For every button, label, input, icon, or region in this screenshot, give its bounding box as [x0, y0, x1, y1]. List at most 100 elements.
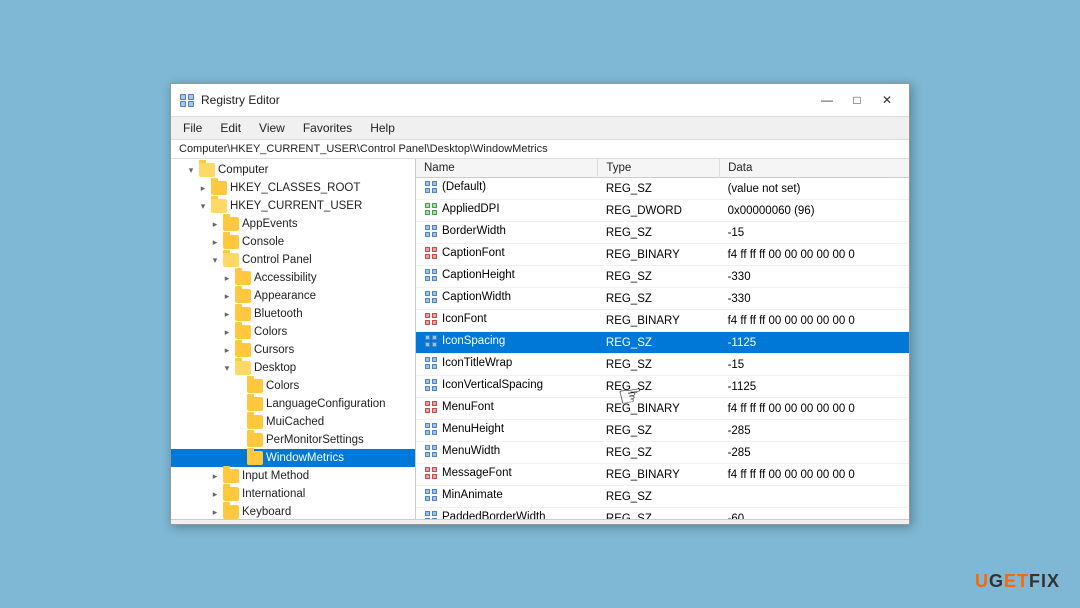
tree-item[interactable]: ▸Bluetooth: [171, 305, 415, 323]
tree-item[interactable]: ▸Colors: [171, 323, 415, 341]
tree-item-label: Console: [242, 236, 284, 248]
tree-item[interactable]: PerMonitorSettings: [171, 431, 415, 449]
expand-icon: [231, 414, 247, 430]
expand-icon: ▸: [207, 486, 223, 502]
tree-item[interactable]: ▸Keyboard: [171, 503, 415, 519]
table-row[interactable]: (Default)REG_SZ(value not set): [416, 178, 909, 200]
entry-name: MinAnimate: [416, 486, 598, 508]
table-row[interactable]: MinAnimateREG_SZ: [416, 486, 909, 508]
tree-item[interactable]: ▸Appearance: [171, 287, 415, 305]
tree-item[interactable]: ▸Cursors: [171, 341, 415, 359]
watermark: UGETFIX: [975, 571, 1060, 592]
table-row[interactable]: IconVerticalSpacingREG_SZ-1125: [416, 376, 909, 398]
entry-type: REG_SZ: [598, 420, 720, 442]
tree-item-label: Desktop: [254, 362, 296, 374]
tree-item[interactable]: ▸International: [171, 485, 415, 503]
folder-icon: [235, 271, 251, 285]
entry-type-icon: [424, 488, 438, 502]
entry-name: MenuHeight: [416, 420, 598, 442]
expand-icon: ▾: [207, 252, 223, 268]
entry-name: AppliedDPI: [416, 200, 598, 222]
table-row[interactable]: AppliedDPIREG_DWORD0x00000060 (96): [416, 200, 909, 222]
table-row[interactable]: MenuWidthREG_SZ-285: [416, 442, 909, 464]
folder-icon: [199, 163, 215, 177]
menu-item-view[interactable]: View: [251, 119, 293, 137]
folder-icon: [247, 415, 263, 429]
maximize-button[interactable]: □: [843, 90, 871, 110]
tree-item[interactable]: ▾Control Panel: [171, 251, 415, 269]
folder-icon: [223, 487, 239, 501]
expand-icon: ▸: [195, 180, 211, 196]
minimize-button[interactable]: —: [813, 90, 841, 110]
entry-type: REG_BINARY: [598, 310, 720, 332]
expand-icon: ▸: [207, 504, 223, 519]
tree-item[interactable]: Colors: [171, 377, 415, 395]
tree-item[interactable]: ▾Computer: [171, 161, 415, 179]
main-content: ▾Computer▸HKEY_CLASSES_ROOT▾HKEY_CURRENT…: [171, 159, 909, 519]
table-row[interactable]: IconSpacingREG_SZ-1125: [416, 332, 909, 354]
tree-item[interactable]: WindowMetrics: [171, 449, 415, 467]
entry-type-icon: [424, 180, 438, 194]
tree-item[interactable]: ▸Console: [171, 233, 415, 251]
entry-type-icon: [424, 422, 438, 436]
entry-type: REG_SZ: [598, 178, 720, 200]
entry-name-text: PaddedBorderWidth: [442, 511, 546, 519]
entry-data: -15: [720, 222, 909, 244]
tree-item-label: Colors: [266, 380, 299, 392]
tree-item[interactable]: ▾Desktop: [171, 359, 415, 377]
entry-type: REG_SZ: [598, 354, 720, 376]
data-column-header[interactable]: Data: [720, 159, 909, 178]
tree-item-label: Computer: [218, 164, 269, 176]
tree-item[interactable]: ▸Input Method: [171, 467, 415, 485]
menu-item-edit[interactable]: Edit: [212, 119, 249, 137]
entry-name: PaddedBorderWidth: [416, 508, 598, 520]
registry-editor-window: Registry Editor — □ ✕ FileEditViewFavori…: [170, 83, 910, 525]
table-row[interactable]: IconFontREG_BINARYf4 ff ff ff 00 00 00 0…: [416, 310, 909, 332]
table-row[interactable]: CaptionHeightREG_SZ-330: [416, 266, 909, 288]
table-row[interactable]: CaptionWidthREG_SZ-330: [416, 288, 909, 310]
menu-item-help[interactable]: Help: [362, 119, 403, 137]
table-row[interactable]: BorderWidthREG_SZ-15: [416, 222, 909, 244]
entry-type: REG_SZ: [598, 332, 720, 354]
table-row[interactable]: MenuFontREG_BINARYf4 ff ff ff 00 00 00 0…: [416, 398, 909, 420]
close-button[interactable]: ✕: [873, 90, 901, 110]
entry-name-text: IconTitleWrap: [442, 357, 512, 369]
entry-name-text: AppliedDPI: [442, 203, 500, 215]
tree-item[interactable]: ▸AppEvents: [171, 215, 415, 233]
entry-name: MenuWidth: [416, 442, 598, 464]
entry-name: (Default): [416, 178, 598, 200]
entry-data: (value not set): [720, 178, 909, 200]
tree-item[interactable]: ▸Accessibility: [171, 269, 415, 287]
entry-type: REG_BINARY: [598, 398, 720, 420]
entry-data: -285: [720, 442, 909, 464]
folder-icon: [247, 379, 263, 393]
entry-name-text: MessageFont: [442, 467, 512, 479]
tree-item[interactable]: ▸HKEY_CLASSES_ROOT: [171, 179, 415, 197]
table-row[interactable]: CaptionFontREG_BINARYf4 ff ff ff 00 00 0…: [416, 244, 909, 266]
entry-type: REG_SZ: [598, 222, 720, 244]
name-column-header[interactable]: Name: [416, 159, 598, 178]
menu-item-favorites[interactable]: Favorites: [295, 119, 360, 137]
expand-icon: [231, 378, 247, 394]
table-row[interactable]: IconTitleWrapREG_SZ-15: [416, 354, 909, 376]
type-column-header[interactable]: Type: [598, 159, 720, 178]
tree-panel[interactable]: ▾Computer▸HKEY_CLASSES_ROOT▾HKEY_CURRENT…: [171, 159, 416, 519]
table-row[interactable]: MessageFontREG_BINARYf4 ff ff ff 00 00 0…: [416, 464, 909, 486]
entry-type: REG_DWORD: [598, 200, 720, 222]
expand-icon: ▸: [219, 306, 235, 322]
tree-item[interactable]: LanguageConfiguration: [171, 395, 415, 413]
tree-item[interactable]: ▾HKEY_CURRENT_USER: [171, 197, 415, 215]
entry-type-icon: [424, 356, 438, 370]
entry-name: CaptionHeight: [416, 266, 598, 288]
menu-item-file[interactable]: File: [175, 119, 210, 137]
title-bar: Registry Editor — □ ✕: [171, 84, 909, 117]
tree-item[interactable]: MuiCached: [171, 413, 415, 431]
folder-icon: [247, 397, 263, 411]
tree-item-label: PerMonitorSettings: [266, 434, 364, 446]
table-row[interactable]: MenuHeightREG_SZ-285: [416, 420, 909, 442]
tree-item-label: Accessibility: [254, 272, 317, 284]
tree-item-label: Colors: [254, 326, 287, 338]
entry-data: -1125: [720, 376, 909, 398]
table-row[interactable]: PaddedBorderWidthREG_SZ-60: [416, 508, 909, 520]
entry-data: -330: [720, 288, 909, 310]
